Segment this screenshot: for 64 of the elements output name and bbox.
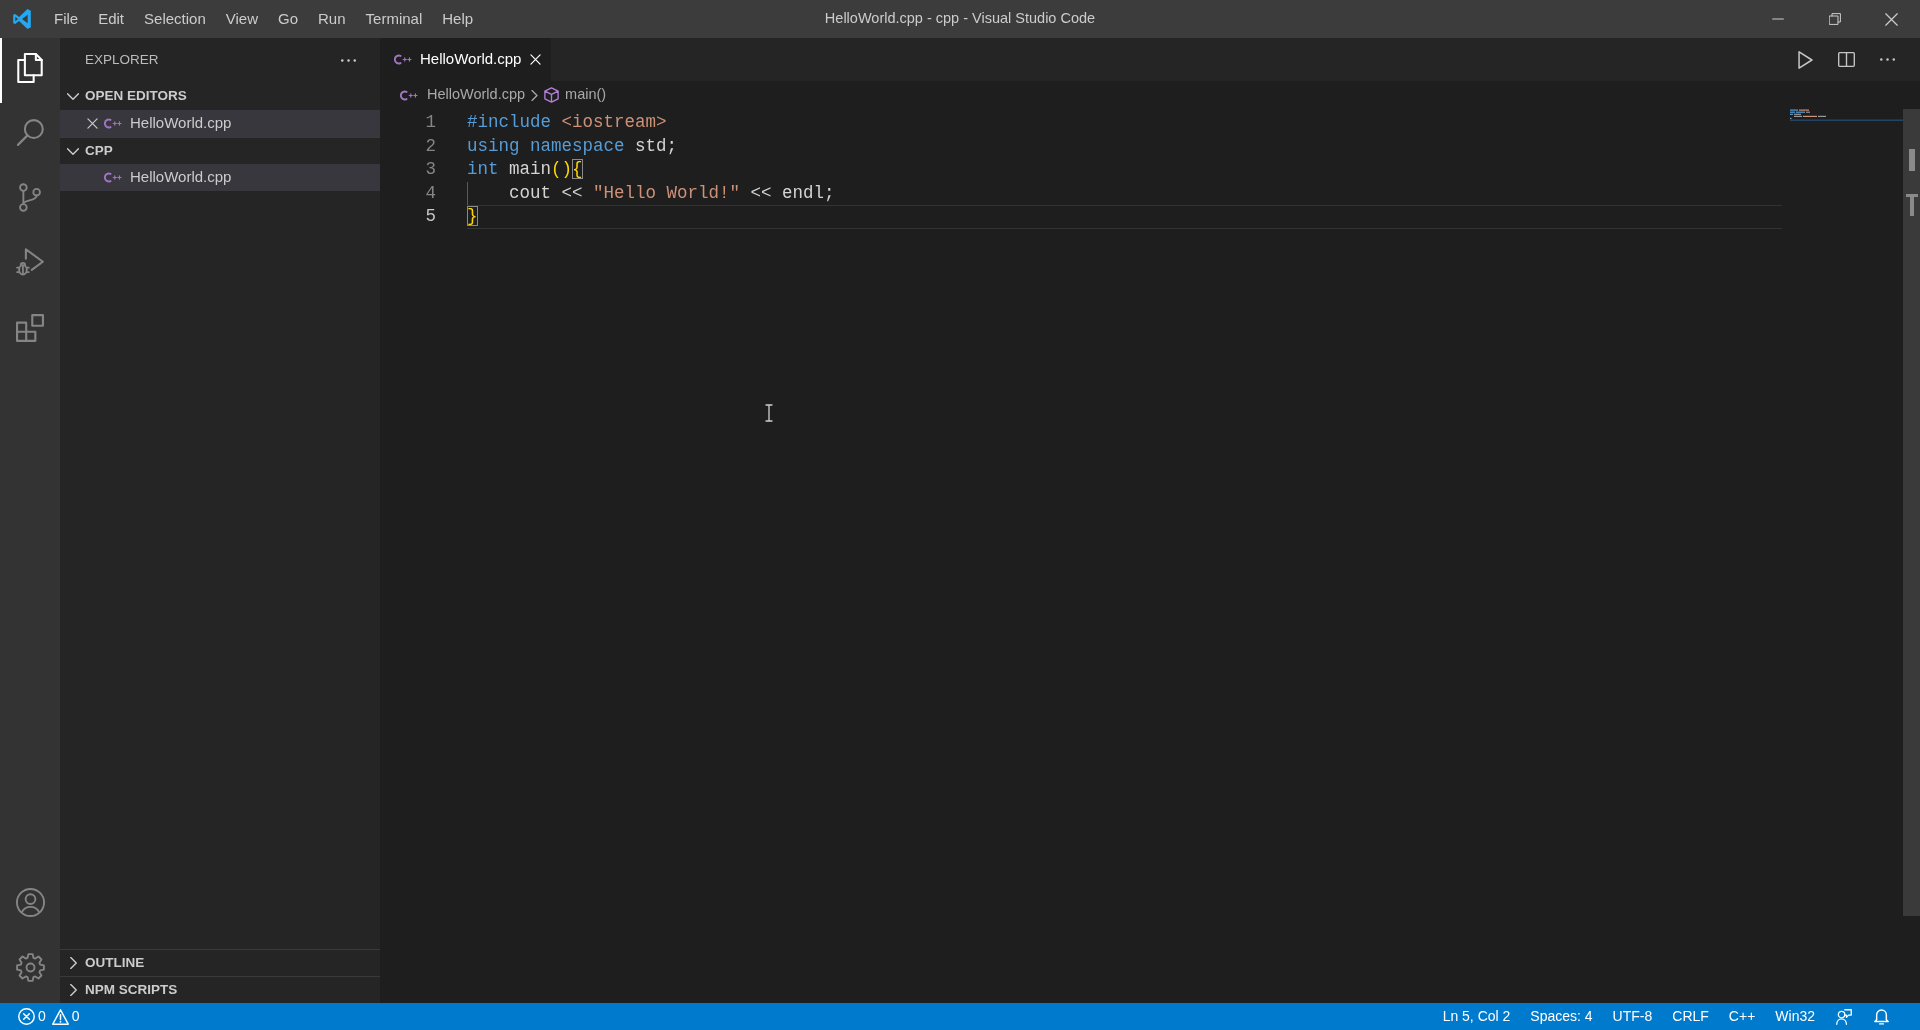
app-logo <box>12 9 32 29</box>
bell-icon[interactable] <box>1874 1008 1889 1025</box>
line-number: 3 <box>424 158 436 181</box>
settings-icon <box>15 953 45 982</box>
menu-item[interactable]: Help <box>432 0 484 38</box>
code-line: using namespace std; <box>467 134 678 158</box>
branch-icon <box>19 183 41 212</box>
line-number: 2 <box>424 134 436 158</box>
menu-item[interactable]: View <box>215 0 268 38</box>
status-item[interactable]: Win32 <box>1765 1003 1825 1030</box>
more-icon[interactable] <box>1880 58 1895 61</box>
menu-item[interactable]: Selection <box>134 0 216 38</box>
search-icon <box>16 119 44 146</box>
chevron-right-icon <box>531 89 539 101</box>
status-item[interactable]: UTF-8 <box>1602 1003 1663 1030</box>
code-line: } <box>467 205 478 229</box>
scroll-mark <box>1908 149 1915 171</box>
status-item[interactable]: Ln 5, Col 2 <box>1432 1003 1521 1030</box>
breadcrumb-item[interactable]: main() <box>544 84 607 106</box>
play-bug-icon <box>16 248 44 277</box>
scroll-mark <box>1905 194 1918 216</box>
cpp-file-icon <box>104 118 122 129</box>
line-number: 1 <box>424 111 436 134</box>
menu-item[interactable]: Run <box>308 0 356 38</box>
cpp-file-icon <box>394 54 412 65</box>
play-icon[interactable] <box>1798 50 1813 69</box>
section-header[interactable]: OPEN EDITORS <box>60 83 380 110</box>
menu-item[interactable]: Terminal <box>355 0 433 38</box>
code-line: cout << "Hello World!" << endl; <box>467 181 835 205</box>
error-icon <box>18 1008 35 1025</box>
tree-row[interactable]: HelloWorld.cpp <box>60 110 380 137</box>
window-title: HelloWorld.cpp - cpp - Visual Studio Code <box>824 9 1096 29</box>
status-item[interactable]: C++ <box>1718 1003 1766 1030</box>
problems-button[interactable]: 0 0 <box>18 1006 86 1027</box>
account-icon <box>15 888 45 917</box>
status-item[interactable]: Spaces: 4 <box>1520 1003 1603 1030</box>
tree-row[interactable]: HelloWorld.cpp <box>60 164 380 191</box>
close-icon[interactable] <box>86 118 98 129</box>
cube-icon <box>544 87 560 103</box>
code-line: int main(){ <box>467 158 583 182</box>
cpp-file-icon <box>400 89 418 101</box>
menu-item[interactable]: File <box>44 0 89 38</box>
minimize-icon[interactable] <box>1771 18 1784 20</box>
line-number: 4 <box>424 181 436 205</box>
more-icon[interactable] <box>341 59 356 62</box>
text-cursor-icon <box>765 404 773 422</box>
feedback-icon[interactable] <box>1836 1008 1852 1025</box>
blocks-icon <box>16 313 44 342</box>
menu-item[interactable]: Edit <box>88 0 135 38</box>
close-icon[interactable] <box>1885 12 1898 26</box>
cpp-file-icon <box>104 172 122 183</box>
warning-icon <box>51 1008 69 1025</box>
line-number: 5 <box>424 205 436 228</box>
breadcrumb-item[interactable]: HelloWorld.cpp <box>400 84 526 106</box>
editor-tab[interactable]: HelloWorld.cpp <box>380 38 552 81</box>
section-header[interactable]: OUTLINE <box>60 949 380 976</box>
code-line: #include <iostream> <box>467 111 667 135</box>
sidebar-title: EXPLORER <box>85 51 159 70</box>
restore-icon[interactable] <box>1828 13 1841 25</box>
scrollbar[interactable] <box>1903 109 1920 916</box>
menu-item[interactable]: Go <box>268 0 308 38</box>
split-editor-icon[interactable] <box>1838 52 1855 67</box>
status-item[interactable]: CRLF <box>1662 1003 1719 1030</box>
files-icon <box>17 52 43 83</box>
